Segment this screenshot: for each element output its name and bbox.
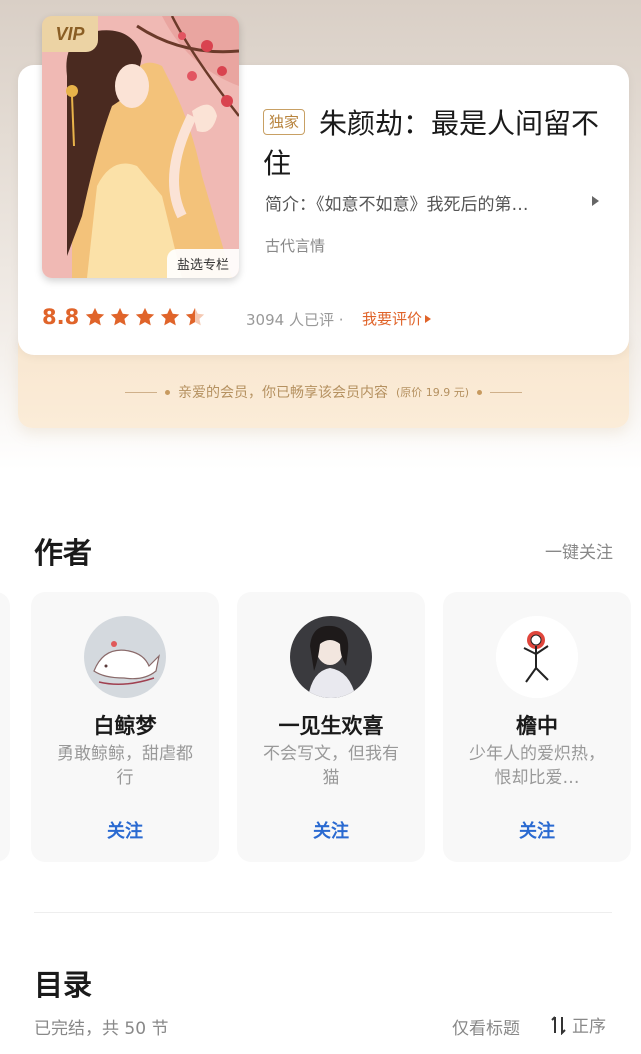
star-icon xyxy=(135,307,155,326)
write-review-link[interactable]: 我要评价 xyxy=(362,308,432,329)
authors-section-title: 作者 xyxy=(34,536,93,570)
avatar xyxy=(290,616,372,698)
book-cover[interactable]: VIP 盐选专栏 xyxy=(42,16,239,278)
sort-toggle[interactable]: 正序 xyxy=(550,1012,606,1037)
rating-score: 8.8 xyxy=(42,305,80,329)
author-card[interactable]: 一见生欢喜 不会写文，但我有猫 关注 xyxy=(237,592,425,862)
section-divider xyxy=(34,912,612,913)
star-icon xyxy=(110,307,130,326)
decor-dot-right xyxy=(477,389,483,395)
membership-text: 亲爱的会员，你已畅享该会员内容 xyxy=(177,385,388,401)
avatar xyxy=(84,616,166,698)
author-bio: 不会写文，但我有猫 xyxy=(263,744,399,788)
author-bio: 少年人的爱炽热，恨却比爱… xyxy=(469,744,605,788)
decor-line-left xyxy=(124,391,157,393)
author-name: 白鲸梦 xyxy=(93,714,157,738)
synopsis-arrow-icon[interactable] xyxy=(592,196,599,206)
view-titles-toggle[interactable]: 仅看标题 xyxy=(452,1014,520,1039)
decor-dot-left xyxy=(164,389,170,395)
author-name: 一见生欢喜 xyxy=(278,714,384,738)
original-price: (原价 19.9 元) xyxy=(395,386,470,399)
column-tag: 盐选专栏 xyxy=(166,249,239,278)
decor-line-right xyxy=(490,391,523,393)
stick-figure-avatar-icon xyxy=(496,616,578,698)
sort-icon xyxy=(551,1015,566,1035)
exclusive-badge: 独家 xyxy=(263,109,306,135)
follow-button[interactable]: 关注 xyxy=(31,817,219,843)
follow-all-button[interactable]: 一键关注 xyxy=(545,538,613,563)
author-card[interactable]: 白鲸梦 勇敢鲸鲸，甜虐都行 关注 xyxy=(31,592,219,862)
half-star-icon xyxy=(185,307,205,326)
follow-button[interactable]: 关注 xyxy=(443,817,631,843)
write-review-label: 我要评价 xyxy=(362,310,423,328)
follow-button[interactable]: 关注 xyxy=(237,817,425,843)
star-icon xyxy=(85,307,105,326)
review-count: 3094 人已评 · xyxy=(246,311,344,329)
catalog-status: 已完结，共 50 节 xyxy=(34,1019,169,1039)
book-synopsis[interactable]: 简介：《如意不如意》我死后的第… xyxy=(265,190,565,215)
rating-stars xyxy=(84,306,206,328)
sort-label: 正序 xyxy=(572,1017,606,1037)
whale-avatar-icon xyxy=(84,616,166,698)
vip-badge: VIP xyxy=(42,16,98,52)
book-title: 朱颜劫：最是人间留不住 xyxy=(263,107,600,180)
author-name: 檐中 xyxy=(516,714,558,738)
author-card-partial[interactable] xyxy=(0,592,10,862)
avatar xyxy=(496,616,578,698)
catalog-section-title: 目录 xyxy=(34,968,93,1002)
book-genre: 古代言情 xyxy=(265,237,326,255)
author-bio: 勇敢鲸鲸，甜虐都行 xyxy=(57,744,193,788)
cover-illustration xyxy=(42,16,239,278)
person-avatar-icon xyxy=(290,616,372,698)
star-icon xyxy=(160,307,180,326)
author-card[interactable]: 檐中 少年人的爱炽热，恨却比爱… 关注 xyxy=(443,592,631,862)
arrow-right-icon xyxy=(425,314,432,323)
